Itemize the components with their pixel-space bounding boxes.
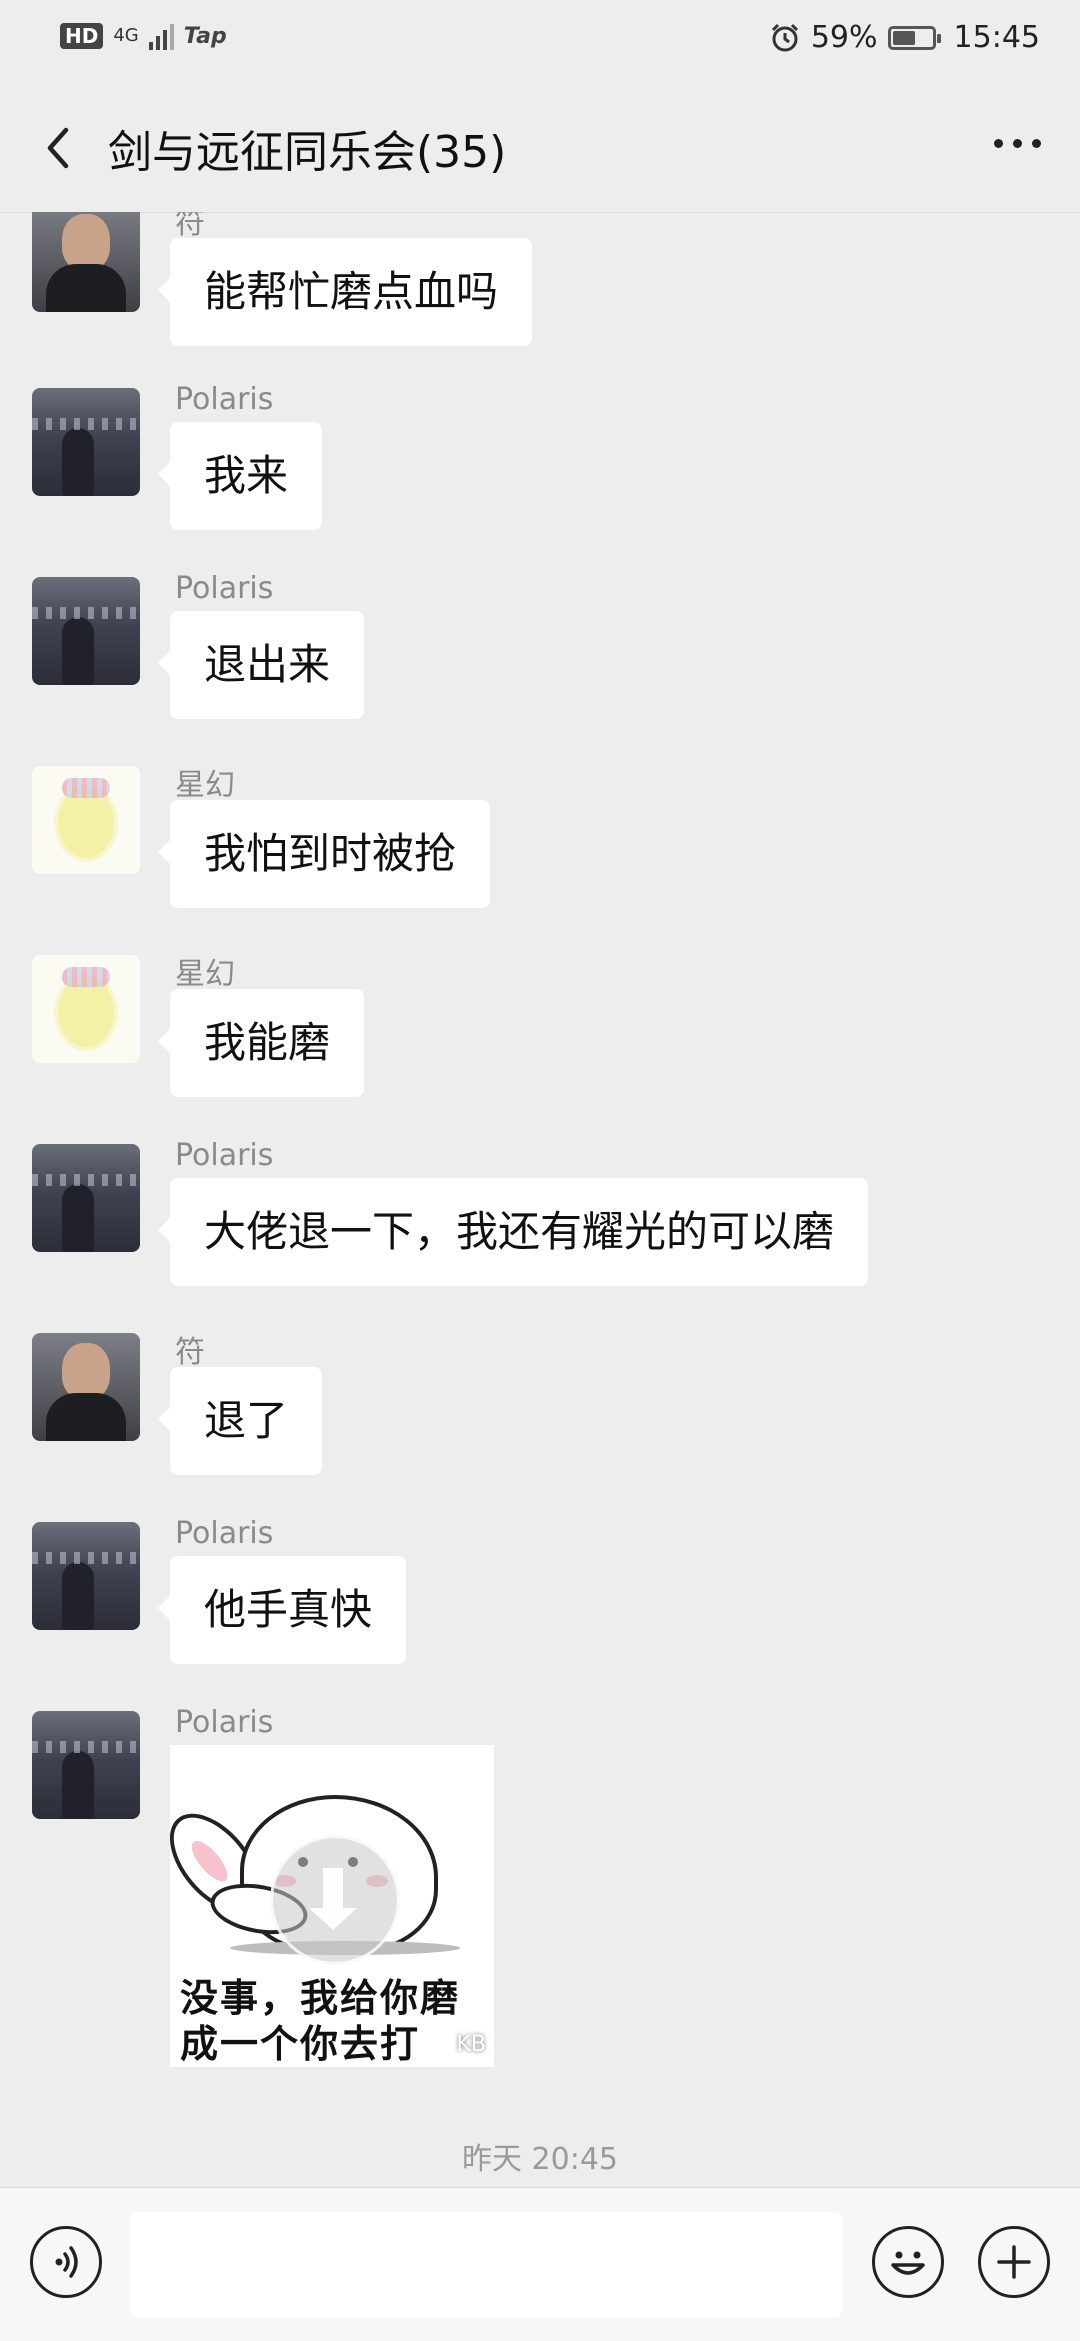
sender-name: Polaris (175, 382, 274, 417)
message-input[interactable] (130, 2212, 842, 2318)
message-bubble[interactable]: 我怕到时被抢 (157, 800, 491, 908)
sender-name: Polaris (175, 571, 274, 606)
avatar[interactable] (32, 1333, 140, 1441)
download-icon[interactable] (270, 1835, 400, 1965)
chat-header: 剑与远征同乐会(35) (0, 80, 1080, 213)
back-arrow-icon (47, 127, 69, 169)
carrier-label: Tap (183, 23, 227, 49)
message-bubble[interactable]: 我能磨 (157, 989, 365, 1097)
alarm-icon (771, 23, 798, 51)
signal-icon (148, 22, 174, 50)
more-actions-button[interactable] (978, 2226, 1050, 2298)
message-bubble[interactable]: 能帮忙磨点血吗 (157, 238, 533, 346)
message-bubble[interactable]: 大佬退一下，我还有耀光的可以磨 (157, 1178, 869, 1286)
status-bar: HD 4G Tap 59% 15:45 (0, 0, 1080, 80)
message-bubble[interactable]: 退了 (157, 1367, 323, 1475)
more-dots-icon (993, 138, 1041, 148)
message-bubble[interactable]: 退出来 (157, 611, 365, 719)
status-left: HD 4G Tap (60, 22, 227, 50)
avatar[interactable] (32, 766, 140, 874)
avatar[interactable] (32, 388, 140, 496)
network-type: 4G (113, 25, 139, 46)
avatar[interactable] (32, 1144, 140, 1252)
message-timestamp: 昨天 20:45 (462, 2142, 618, 2177)
sender-name: Polaris (175, 1516, 274, 1551)
sender-name: Polaris (175, 1705, 274, 1740)
battery-percent: 59% (810, 20, 878, 55)
plus-icon (997, 2245, 1031, 2279)
emoji-button[interactable] (872, 2226, 944, 2298)
status-right: 59% 15:45 (769, 20, 1040, 55)
message-bubble[interactable]: 他手真快 (157, 1556, 407, 1664)
sender-name: 星幻 (175, 768, 235, 803)
voice-icon (55, 2246, 78, 2278)
sticker-caption: 成一个你去打 (180, 2022, 421, 2066)
avatar[interactable] (32, 577, 140, 685)
back-button[interactable] (30, 118, 90, 178)
avatar[interactable] (32, 212, 140, 312)
sender-name: 星幻 (175, 957, 235, 992)
sticker-message[interactable]: 没事，我给你磨 成一个你去打 KB (170, 1745, 494, 2067)
message-bubble[interactable]: 我来 (157, 422, 323, 530)
input-bar (0, 2187, 1080, 2341)
more-button[interactable] (982, 118, 1052, 168)
file-size-label: KB (456, 2032, 486, 2057)
avatar[interactable] (32, 1711, 140, 1819)
voice-button[interactable] (30, 2226, 102, 2298)
message-list[interactable]: 符 能帮忙磨点血吗 Polaris 我来 Polaris 退出来 星幻 我怕到时… (0, 212, 1080, 2187)
sender-name: Polaris (175, 1138, 274, 1173)
emoji-icon (891, 2251, 925, 2275)
chat-title: 剑与远征同乐会(35) (108, 127, 507, 178)
hd-badge: HD (60, 23, 104, 49)
avatar[interactable] (32, 955, 140, 1063)
battery-icon (887, 25, 941, 50)
sender-name: 符 (175, 1335, 205, 1370)
clock: 15:45 (953, 20, 1040, 55)
avatar[interactable] (32, 1522, 140, 1630)
